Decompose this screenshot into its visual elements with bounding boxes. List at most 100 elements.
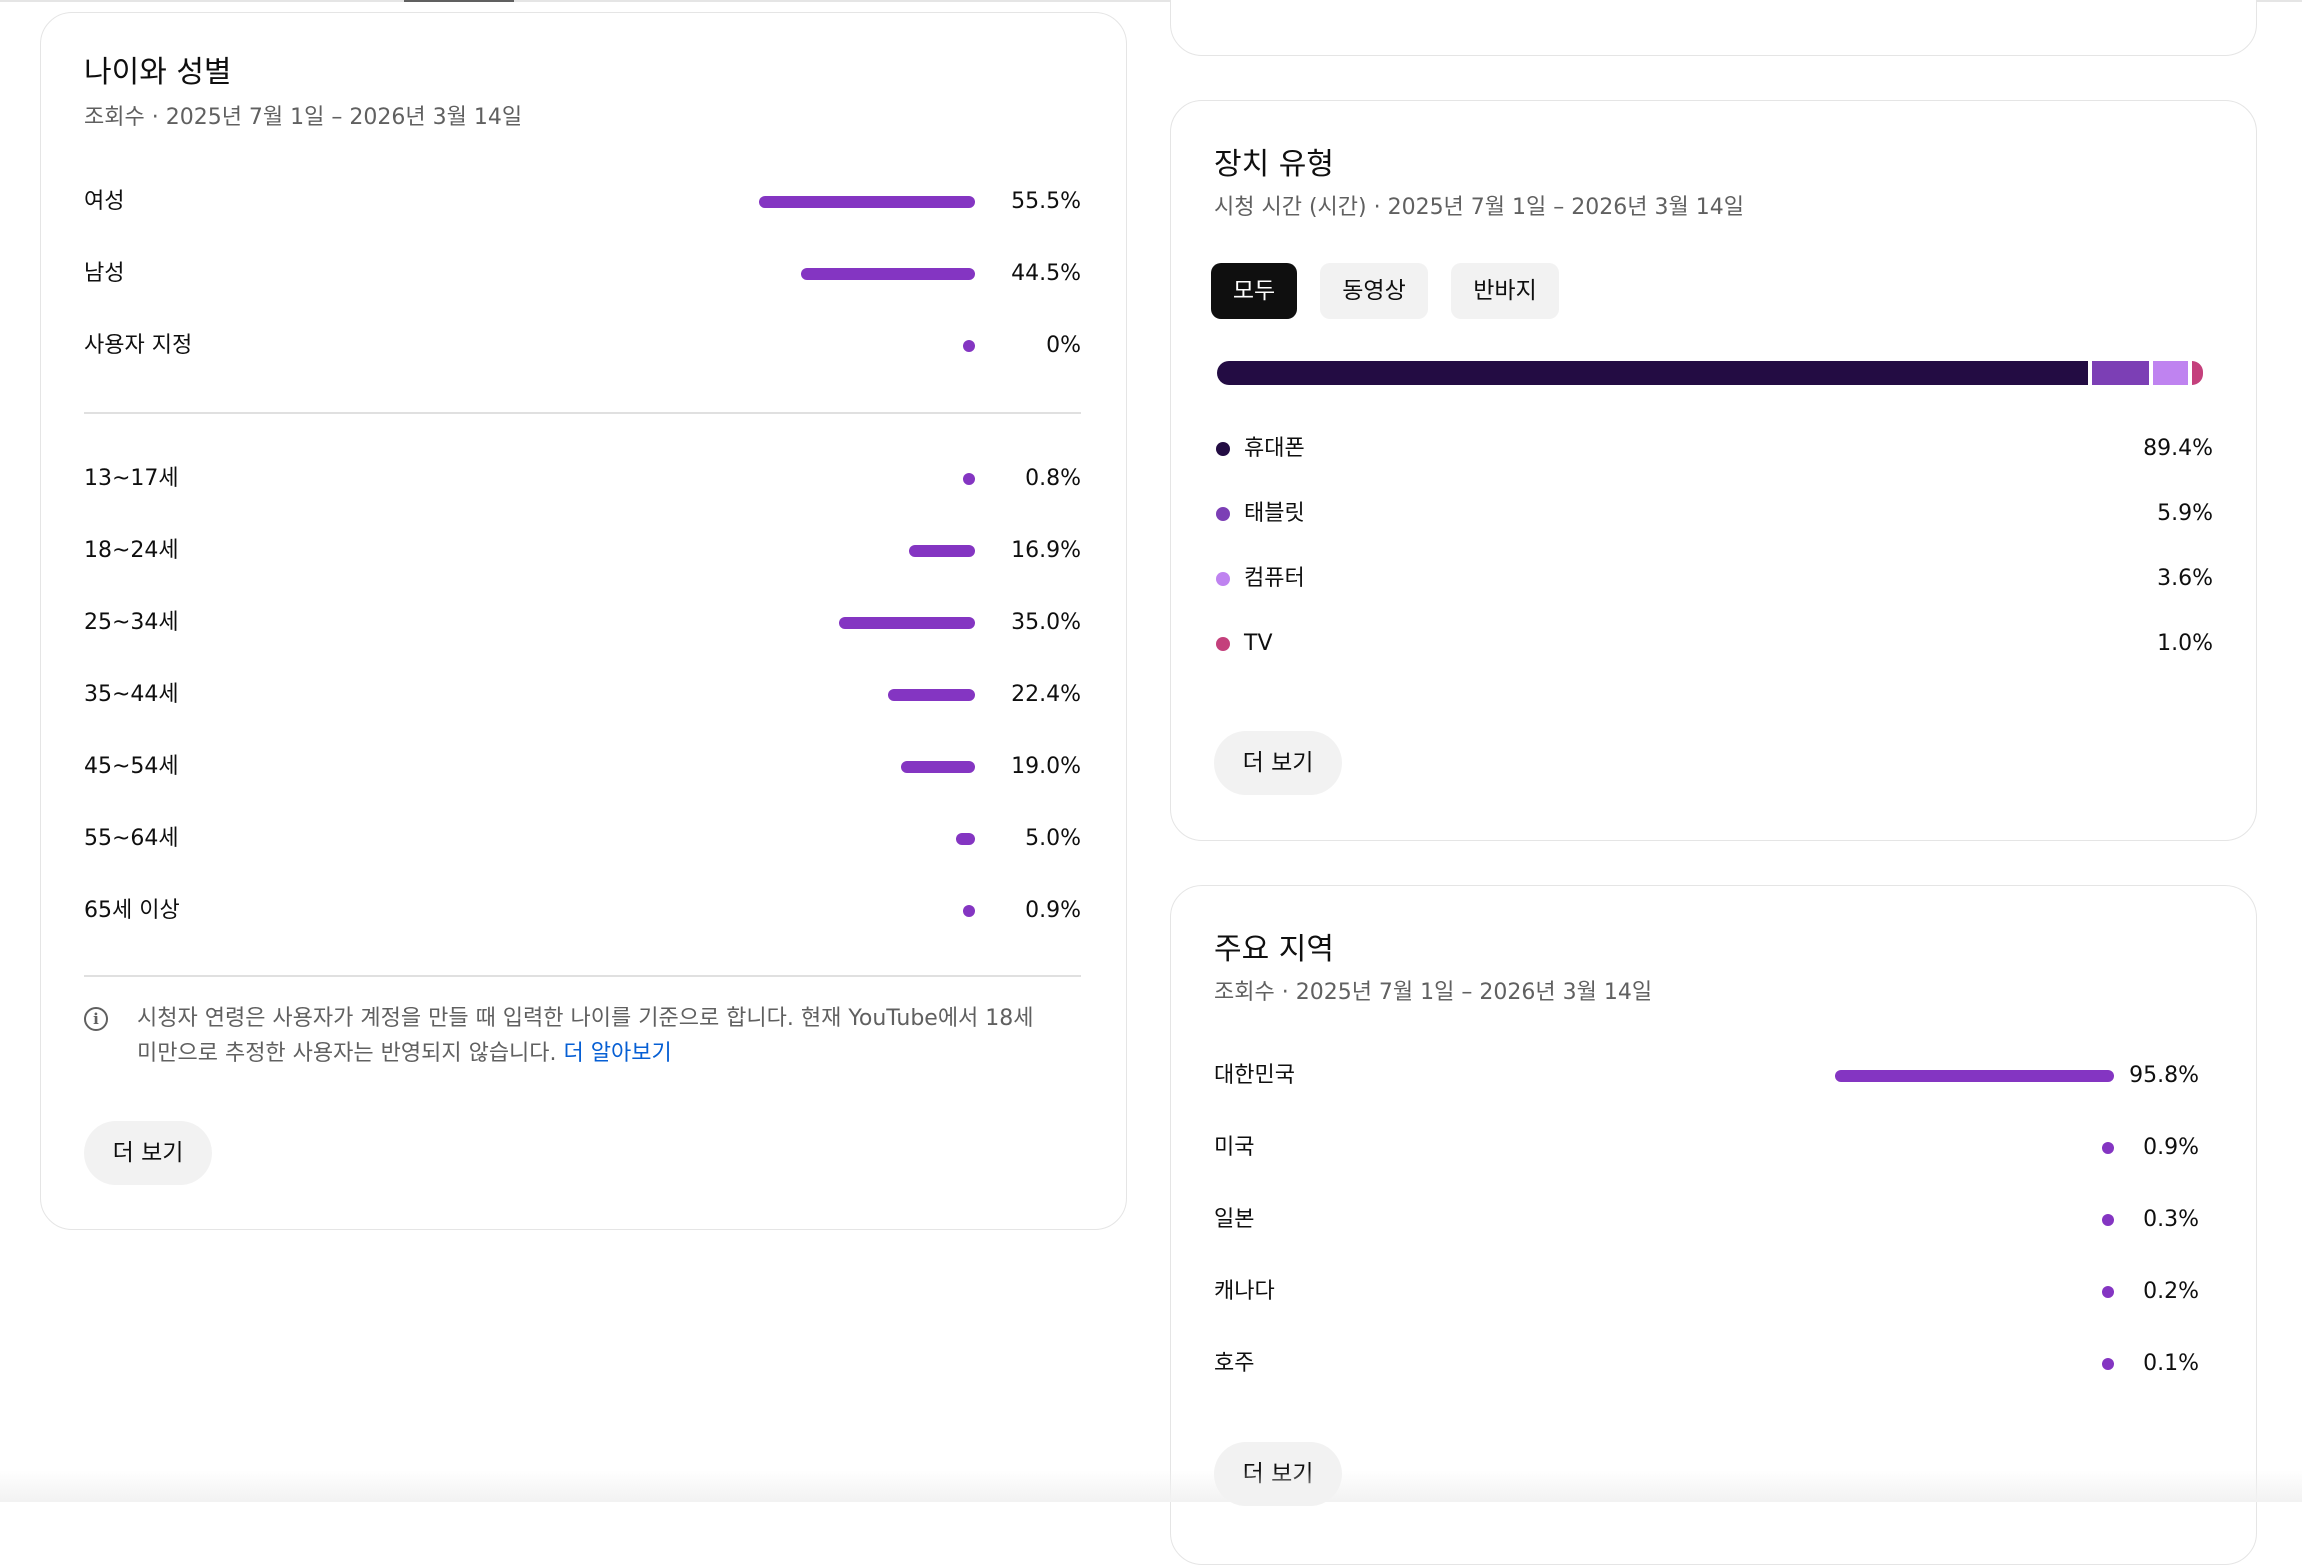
card-title: 장치 유형 bbox=[1214, 147, 1334, 182]
row-label: 45~54세 bbox=[84, 754, 179, 779]
bar-track bbox=[1814, 1214, 2114, 1226]
percentage-bar bbox=[963, 905, 975, 917]
chip-videos[interactable]: 동영상 bbox=[1320, 263, 1428, 319]
percentage-bar bbox=[2102, 1142, 2114, 1154]
percentage-bar bbox=[955, 833, 975, 845]
age-row: 13~17세 0.8% bbox=[84, 459, 1081, 499]
top-regions-card: 주요 지역 조회수 · 2025년 7월 1일 – 2026년 3월 14일 대… bbox=[1170, 885, 2257, 1565]
row-label: 65세 이상 bbox=[84, 898, 180, 923]
info-icon: i bbox=[84, 1007, 108, 1031]
row-value: 0.9% bbox=[1025, 898, 1081, 923]
bar-track bbox=[1814, 1142, 2114, 1154]
gender-row: 여성 55.5% bbox=[84, 182, 1081, 222]
percentage-bar bbox=[2102, 1214, 2114, 1226]
age-row: 45~54세 19.0% bbox=[84, 747, 1081, 787]
region-row: 미국 0.9% bbox=[1214, 1128, 2199, 1168]
region-row: 일본 0.3% bbox=[1214, 1200, 2199, 1240]
see-more-button[interactable]: 더 보기 bbox=[1214, 731, 1342, 795]
bar-track bbox=[695, 340, 975, 352]
region-row: 호주 0.1% bbox=[1214, 1344, 2199, 1384]
chip-shorts[interactable]: 반바지 bbox=[1451, 263, 1559, 319]
card-title: 주요 지역 bbox=[1214, 932, 1334, 967]
bar-track bbox=[695, 689, 975, 701]
row-value: 55.5% bbox=[1011, 189, 1081, 214]
card-subtitle: 조회수 · 2025년 7월 1일 – 2026년 3월 14일 bbox=[84, 105, 523, 130]
percentage-bar bbox=[887, 689, 975, 701]
device-segment bbox=[2153, 361, 2188, 385]
row-value: 19.0% bbox=[1011, 754, 1081, 779]
learn-more-link[interactable]: 더 알아보기 bbox=[564, 1041, 672, 1066]
device-row: 휴대폰 89.4% bbox=[1216, 429, 2213, 469]
row-value: 0.9% bbox=[2143, 1135, 2199, 1160]
percentage-bar bbox=[801, 268, 975, 280]
bar-track bbox=[1814, 1070, 2114, 1082]
row-value: 44.5% bbox=[1011, 261, 1081, 286]
age-gender-card: 나이와 성별 조회수 · 2025년 7월 1일 – 2026년 3월 14일 … bbox=[40, 12, 1127, 1230]
percentage-bar bbox=[758, 196, 975, 208]
section-divider bbox=[84, 975, 1081, 977]
row-label: 사용자 지정 bbox=[84, 333, 193, 358]
device-row: TV 1.0% bbox=[1216, 624, 2213, 664]
previous-card bbox=[1170, 0, 2257, 56]
bar-track bbox=[695, 617, 975, 629]
region-row: 캐나다 0.2% bbox=[1214, 1272, 2199, 1312]
chip-all[interactable]: 모두 bbox=[1211, 263, 1297, 319]
gender-row: 남성 44.5% bbox=[84, 254, 1081, 294]
row-label: 13~17세 bbox=[84, 466, 179, 491]
legend-dot-icon bbox=[1216, 637, 1230, 651]
row-label: 호주 bbox=[1214, 1351, 1255, 1376]
row-value: 0.3% bbox=[2143, 1207, 2199, 1232]
percentage-bar bbox=[2102, 1358, 2114, 1370]
bar-track bbox=[695, 761, 975, 773]
row-value: 16.9% bbox=[1011, 538, 1081, 563]
percentage-bar bbox=[963, 473, 975, 485]
age-row: 18~24세 16.9% bbox=[84, 531, 1081, 571]
age-row: 25~34세 35.0% bbox=[84, 603, 1081, 643]
info-text-line1: 시청자 연령은 사용자가 계정을 만들 때 입력한 나이를 기준으로 합니다. … bbox=[137, 1006, 1034, 1031]
row-value: 0.2% bbox=[2143, 1279, 2199, 1304]
bar-track bbox=[1814, 1358, 2114, 1370]
legend-dot-icon bbox=[1216, 442, 1230, 456]
see-more-button[interactable]: 더 보기 bbox=[84, 1121, 212, 1185]
percentage-bar bbox=[909, 545, 975, 557]
card-title: 나이와 성별 bbox=[84, 55, 232, 90]
row-value: 0% bbox=[1046, 333, 1081, 358]
row-label: 남성 bbox=[84, 261, 125, 286]
card-subtitle: 조회수 · 2025년 7월 1일 – 2026년 3월 14일 bbox=[1214, 980, 1653, 1005]
bar-track bbox=[695, 545, 975, 557]
bar-track bbox=[695, 268, 975, 280]
age-info-note: 시청자 연령은 사용자가 계정을 만들 때 입력한 나이를 기준으로 합니다. … bbox=[137, 1001, 1097, 1071]
active-tab-indicator bbox=[404, 0, 514, 2]
row-value: 5.0% bbox=[1025, 826, 1081, 851]
device-segment bbox=[2192, 361, 2203, 385]
percentage-bar bbox=[2102, 1286, 2114, 1298]
row-label: 대한민국 bbox=[1214, 1063, 1295, 1088]
percentage-bar bbox=[900, 761, 975, 773]
device-label: 태블릿 bbox=[1244, 501, 1305, 526]
bar-track bbox=[695, 905, 975, 917]
device-value: 89.4% bbox=[2143, 436, 2213, 461]
device-label: 컴퓨터 bbox=[1244, 566, 1305, 591]
row-value: 35.0% bbox=[1011, 610, 1081, 635]
row-value: 0.8% bbox=[1025, 466, 1081, 491]
device-segment bbox=[1217, 361, 2088, 385]
bar-track bbox=[695, 833, 975, 845]
percentage-bar bbox=[963, 340, 975, 352]
section-divider bbox=[84, 412, 1081, 414]
row-label: 여성 bbox=[84, 189, 125, 214]
device-share-bar bbox=[1217, 361, 2203, 385]
row-value: 0.1% bbox=[2143, 1351, 2199, 1376]
row-label: 캐나다 bbox=[1214, 1279, 1275, 1304]
age-row: 35~44세 22.4% bbox=[84, 675, 1081, 715]
device-value: 1.0% bbox=[2157, 631, 2213, 656]
device-row: 태블릿 5.9% bbox=[1216, 494, 2213, 534]
legend-dot-icon bbox=[1216, 572, 1230, 586]
row-label: 18~24세 bbox=[84, 538, 179, 563]
percentage-bar bbox=[838, 617, 975, 629]
device-type-card: 장치 유형 시청 시간 (시간) · 2025년 7월 1일 – 2026년 3… bbox=[1170, 100, 2257, 841]
row-label: 25~34세 bbox=[84, 610, 179, 635]
row-label: 미국 bbox=[1214, 1135, 1255, 1160]
age-row: 65세 이상 0.9% bbox=[84, 891, 1081, 931]
device-value: 5.9% bbox=[2157, 501, 2213, 526]
row-label: 35~44세 bbox=[84, 682, 179, 707]
